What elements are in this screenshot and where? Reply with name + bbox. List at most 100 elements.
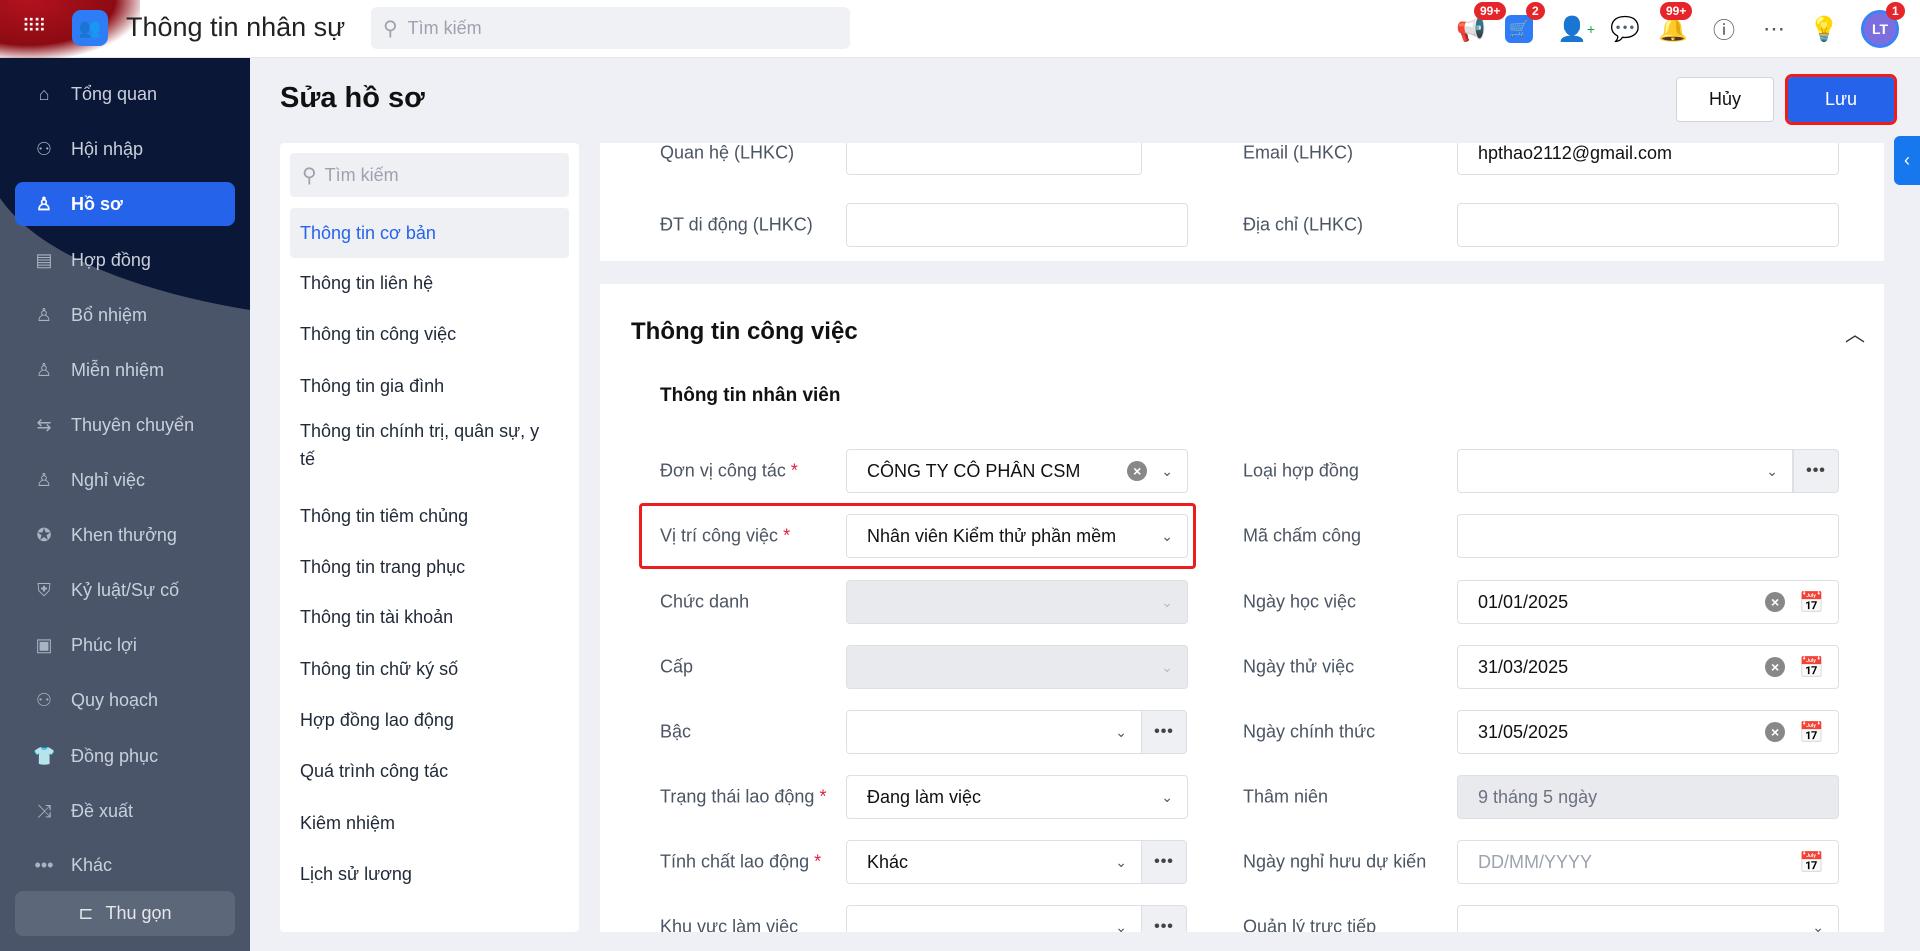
field-select[interactable]: ⌄ <box>846 905 1142 932</box>
field-actions: × 📅 <box>1765 655 1824 680</box>
field-select[interactable]: ⌄ <box>846 710 1142 754</box>
job-info-card: Thông tin công việc ︿ Thông tin nhân viê… <box>600 284 1884 932</box>
collapse-section-chevron-up-icon[interactable]: ︿ <box>1845 318 1865 347</box>
field-actions: ⌄ <box>1161 594 1173 611</box>
calendar-icon[interactable]: 📅 <box>1799 655 1824 680</box>
sidebar-item[interactable]: 👕 Đồng phục <box>15 734 235 778</box>
email-field[interactable]: hpthao2112@gmail.com <box>1457 143 1839 175</box>
chevron-down-icon[interactable]: ⌄ <box>1161 463 1173 480</box>
save-button[interactable]: Lưu <box>1785 74 1897 125</box>
sidebar-item[interactable]: ⌂ Tổng quan <box>15 72 235 116</box>
app-grid-icon[interactable]: ⠿⠿ <box>22 16 46 37</box>
sidebar-item[interactable]: ⚇ Quy hoạch <box>15 678 235 722</box>
collapse-label: Thu gọn <box>105 903 172 923</box>
help-icon[interactable]: ⓘ <box>1707 12 1741 46</box>
sidebar-item[interactable]: ♙ Bổ nhiệm <box>15 293 235 337</box>
clear-icon[interactable]: × <box>1765 722 1786 742</box>
section-nav-item[interactable]: Thông tin chữ ký số <box>290 644 569 694</box>
clear-icon[interactable]: × <box>1765 657 1786 677</box>
more-options-button[interactable]: ••• <box>1141 905 1187 932</box>
label-text: Loại hợp đồng <box>1243 460 1359 481</box>
sidebar-item[interactable]: ▣ Phúc lợi <box>15 623 235 667</box>
sidebar-item-label: Hội nhập <box>71 138 144 159</box>
field-value: 31/03/2025 <box>1478 656 1569 677</box>
field-value: 31/05/2025 <box>1478 721 1569 742</box>
section-nav-item[interactable]: Kiêm nhiệm <box>290 798 569 848</box>
address-field[interactable] <box>1457 203 1839 247</box>
field-label: Đơn vị công tác * <box>660 461 798 482</box>
sidebar-item[interactable]: ⛨ Kỷ luật/Sự cố <box>15 568 235 612</box>
chevron-down-icon[interactable]: ⌄ <box>1161 789 1173 806</box>
chevron-down-icon[interactable]: ⌄ <box>1115 724 1127 741</box>
chat-icon[interactable]: 💬 <box>1608 12 1642 46</box>
sidebar-item[interactable]: ▤ Hợp đồng <box>15 238 235 282</box>
phone-field[interactable] <box>846 203 1188 247</box>
field-select[interactable]: Khác ⌄ <box>846 840 1142 884</box>
date-field[interactable]: 01/01/2025 × 📅 <box>1457 580 1839 624</box>
global-search-input[interactable]: ⚲ Tìm kiếm <box>371 7 850 49</box>
section-nav-item[interactable]: Quá trình công tác <box>290 746 569 796</box>
sidebar-item[interactable]: ✪ Khen thưởng <box>15 513 235 557</box>
section-nav-item[interactable]: Thông tin tài khoản <box>290 592 569 642</box>
required-asterisk: * <box>814 851 822 872</box>
field-input[interactable] <box>1457 514 1839 558</box>
email-label: Email (LHKC) <box>1243 143 1354 163</box>
section-nav-item[interactable]: Hợp đồng lao động <box>290 695 569 745</box>
section-nav-item[interactable]: Thông tin chính trị, quân sự, y tế <box>290 417 569 473</box>
sidebar-icon: ⤨ <box>36 800 52 821</box>
calendar-icon[interactable]: 📅 <box>1799 590 1824 615</box>
more-options-button[interactable]: ••• <box>1141 840 1187 884</box>
date-field[interactable]: 31/03/2025 × 📅 <box>1457 645 1839 689</box>
sidebar-item[interactable]: ••• Khác <box>15 843 235 887</box>
section-nav-item[interactable]: Lịch sử lương <box>290 849 569 899</box>
field-select: ⌄ <box>846 580 1188 624</box>
chevron-down-icon[interactable]: ⌄ <box>1812 919 1824 933</box>
lightbulb-book-icon[interactable]: 💡 <box>1807 12 1841 46</box>
section-nav-item[interactable]: Thông tin trang phục <box>290 542 569 592</box>
label-text: Chức danh <box>660 591 750 612</box>
chevron-down-icon[interactable]: ⌄ <box>1161 659 1173 676</box>
collapse-sidebar-button[interactable]: ⊏ Thu gọn <box>15 891 235 936</box>
date-field[interactable]: DD/MM/YYYY 📅 <box>1457 840 1839 884</box>
more-options-button[interactable]: ••• <box>1793 449 1839 493</box>
app-title: Thông tin nhân sự <box>126 12 346 42</box>
section-nav-item[interactable]: Thông tin gia đình <box>290 361 569 411</box>
more-options-button[interactable]: ••• <box>1141 710 1187 754</box>
cancel-button[interactable]: Hủy <box>1676 77 1774 122</box>
clear-icon[interactable]: × <box>1127 461 1148 481</box>
label-text: Ngày học việc <box>1243 591 1357 612</box>
field-select[interactable]: CÔNG TY CÔ PHÂN CSM × ⌄ <box>846 449 1188 493</box>
chevron-down-icon[interactable]: ⌄ <box>1161 594 1173 611</box>
sidebar-item[interactable]: ⚇ Hội nhập <box>15 127 235 171</box>
chevron-down-icon[interactable]: ⌄ <box>1115 919 1127 933</box>
chevron-down-icon[interactable]: ⌄ <box>1766 463 1778 480</box>
side-panel-toggle[interactable]: ‹ <box>1894 136 1920 185</box>
sidebar-icon: ♙ <box>35 469 53 490</box>
calendar-icon[interactable]: 📅 <box>1799 720 1824 745</box>
sidebar-icon: ⚇ <box>35 138 53 159</box>
chevron-down-icon[interactable]: ⌄ <box>1115 854 1127 871</box>
sidebar-item[interactable]: ⇆ Thuyên chuyển <box>15 403 235 447</box>
sidebar-item[interactable]: ♙ Hồ sơ <box>15 182 235 226</box>
field-input[interactable]: ⌄ <box>1457 449 1793 493</box>
section-search-input[interactable]: ⚲ Tìm kiếm <box>290 153 569 197</box>
sidebar-item[interactable]: ⤨ Đề xuất <box>15 789 235 833</box>
cart-icon[interactable]: 🛒 <box>1505 15 1533 43</box>
section-nav-item[interactable]: Thông tin công việc <box>290 309 569 359</box>
section-nav-item[interactable]: Thông tin cơ bản <box>290 208 569 258</box>
sidebar-item[interactable]: ♙ Miễn nhiệm <box>15 348 235 392</box>
section-nav-item[interactable]: Thông tin tiêm chủng <box>290 491 569 541</box>
field-label: Ngày nghỉ hưu dự kiến <box>1243 852 1426 873</box>
field-input[interactable]: ⌄ <box>1457 905 1839 932</box>
calendar-icon[interactable]: 📅 <box>1799 850 1824 875</box>
relation-select[interactable] <box>846 143 1142 175</box>
clear-icon[interactable]: × <box>1765 592 1786 612</box>
field-select[interactable]: Đang làm việc ⌄ <box>846 775 1188 819</box>
section-nav-item[interactable]: Thông tin liên hệ <box>290 258 569 308</box>
sidebar-item[interactable]: ♙ Nghỉ việc <box>15 458 235 502</box>
date-field[interactable]: 31/05/2025 × 📅 <box>1457 710 1839 754</box>
label-text: Ngày thử việc <box>1243 656 1355 677</box>
label-text: Ngày nghỉ hưu dự kiến <box>1243 851 1427 872</box>
add-user-icon[interactable]: 👤 + <box>1557 12 1595 46</box>
more-icon[interactable]: ⋯ <box>1757 12 1791 46</box>
